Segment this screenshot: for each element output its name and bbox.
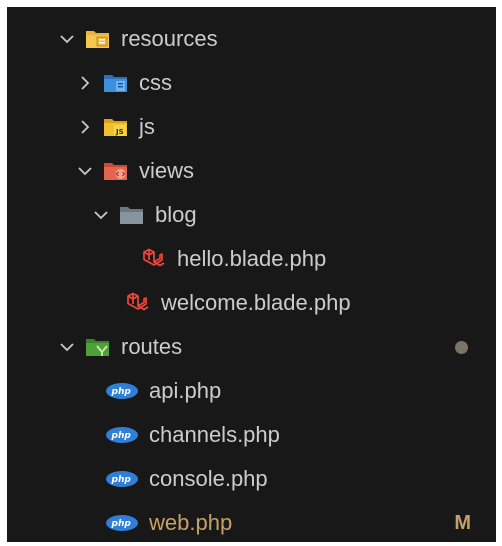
tree-item-resources[interactable]: resources	[7, 17, 496, 61]
tree-item-label: web.php	[149, 510, 233, 535]
php-icon: php	[105, 512, 139, 534]
folder-css-icon	[103, 72, 129, 94]
tree-item-hello-blade[interactable]: hello.blade.php	[7, 237, 496, 281]
tree-item-label: welcome.blade.php	[161, 290, 351, 315]
svg-text:php: php	[111, 475, 132, 485]
tree-item-label: hello.blade.php	[177, 246, 327, 271]
tree-item-api-php[interactable]: php api.php	[7, 369, 496, 413]
php-icon: php	[105, 380, 139, 402]
tree-item-routes[interactable]: routes	[7, 325, 496, 369]
tree-item-label: css	[139, 70, 172, 95]
tree-item-label: console.php	[149, 466, 268, 491]
tree-item-web-php[interactable]: php web.php M	[7, 501, 496, 542]
laravel-blade-icon	[125, 292, 151, 314]
tree-item-label: blog	[155, 202, 197, 227]
tree-item-welcome-blade[interactable]: welcome.blade.php	[7, 281, 496, 325]
tree-item-js[interactable]: JS js	[7, 105, 496, 149]
php-icon: php	[105, 468, 139, 490]
folder-resources-icon	[85, 28, 111, 50]
folder-routes-icon	[85, 336, 111, 358]
chevron-down-icon[interactable]	[77, 163, 93, 179]
tree-item-label: views	[139, 158, 195, 183]
tree-item-console-php[interactable]: php console.php	[7, 457, 496, 501]
tree-item-label: api.php	[149, 378, 222, 403]
tree-item-views[interactable]: views	[7, 149, 496, 193]
chevron-right-icon[interactable]	[77, 119, 93, 135]
svg-text:php: php	[111, 431, 132, 441]
tree-item-blog[interactable]: blog	[7, 193, 496, 237]
svg-text:php: php	[111, 519, 132, 529]
chevron-down-icon[interactable]	[59, 339, 75, 355]
svg-text:JS: JS	[115, 128, 124, 136]
chevron-down-icon[interactable]	[59, 31, 75, 47]
tree-item-channels-php[interactable]: php channels.php	[7, 413, 496, 457]
changes-indicator-dot	[455, 340, 468, 354]
chevron-right-icon[interactable]	[77, 75, 93, 91]
laravel-blade-icon	[141, 248, 167, 270]
tree-item-label: channels.php	[149, 422, 280, 447]
tree-item-css[interactable]: css	[7, 61, 496, 105]
php-icon: php	[105, 424, 139, 446]
modified-badge: M	[454, 511, 471, 534]
file-explorer-tree: resources css JS js views blog hello.bla…	[7, 7, 496, 542]
folder-icon	[119, 204, 145, 226]
tree-item-label: js	[139, 114, 155, 139]
folder-views-icon	[103, 160, 129, 182]
svg-text:php: php	[111, 387, 132, 397]
chevron-down-icon[interactable]	[93, 207, 109, 223]
tree-item-label: resources	[121, 26, 218, 51]
tree-item-label: routes	[121, 334, 183, 359]
folder-js-icon: JS	[103, 116, 129, 138]
